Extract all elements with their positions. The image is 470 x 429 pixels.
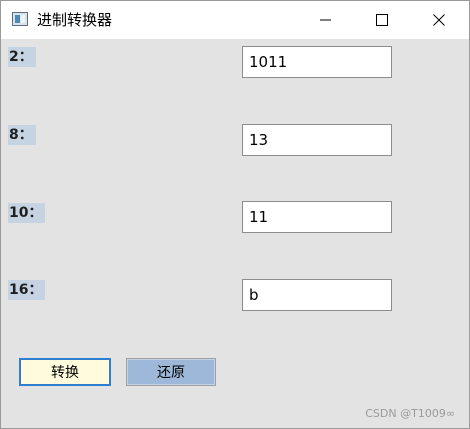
minimize-icon <box>320 19 331 21</box>
octal-label: 8： <box>8 125 36 145</box>
decimal-field[interactable] <box>242 201 392 233</box>
app-window: 进制转换器 2： 8： 10： 16： 转换 还原 CSDN @T1009∞ <box>0 0 470 429</box>
watermark: CSDN @T1009∞ <box>365 407 455 420</box>
app-window-icon <box>12 12 28 26</box>
window-title: 进制转换器 <box>37 11 113 29</box>
hex-label: 16： <box>8 280 46 300</box>
decimal-label: 10： <box>8 203 46 223</box>
close-icon <box>433 14 445 26</box>
title-bar[interactable]: 进制转换器 <box>1 1 469 39</box>
minimize-button[interactable] <box>298 1 354 39</box>
restore-button[interactable]: 还原 <box>126 358 216 386</box>
convert-button[interactable]: 转换 <box>19 358 111 386</box>
binary-field[interactable] <box>242 46 392 78</box>
close-button[interactable] <box>411 1 467 39</box>
maximize-button[interactable] <box>354 1 410 39</box>
binary-label: 2： <box>8 47 36 67</box>
octal-field[interactable] <box>242 124 392 156</box>
maximize-icon <box>376 14 388 26</box>
hex-field[interactable] <box>242 279 392 311</box>
